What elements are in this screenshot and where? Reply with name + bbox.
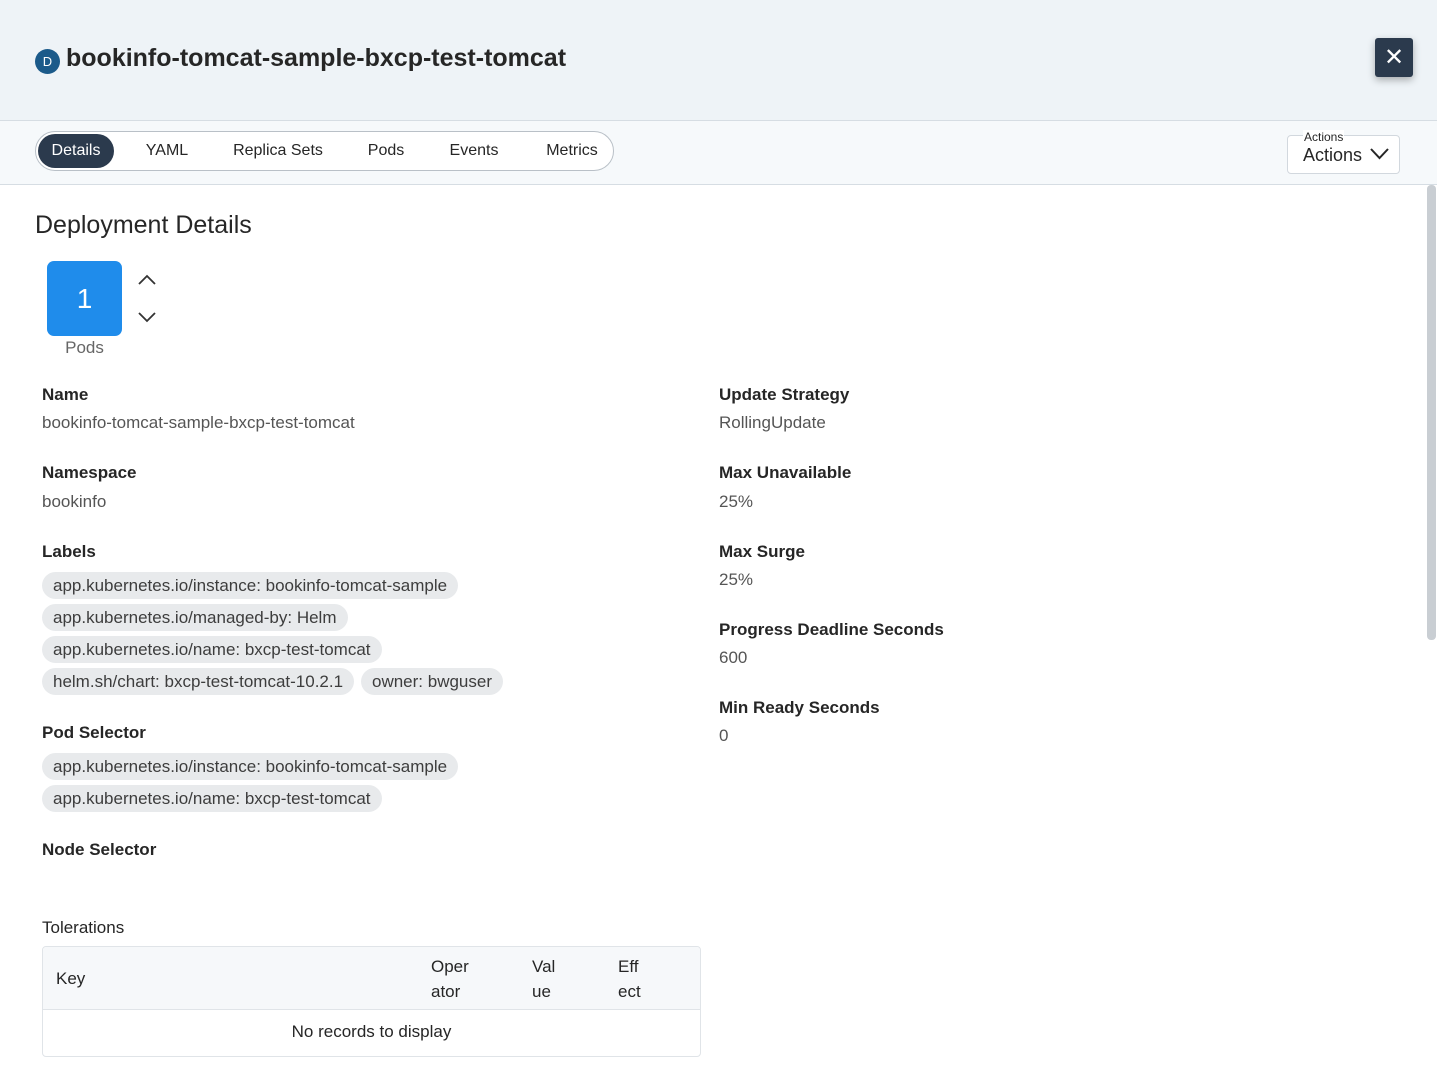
- panel-header: D bookinfo-tomcat-sample-bxcp-test-tomca…: [0, 0, 1437, 121]
- empty-state-text: No records to display: [291, 1022, 452, 1041]
- tab-details[interactable]: Details: [38, 134, 114, 168]
- tab-yaml[interactable]: YAML: [134, 134, 200, 168]
- table-header: Key Oper ator Val ue Eff ect: [43, 947, 700, 1010]
- max-unavailable-value: 25%: [719, 492, 754, 511]
- chevron-down-icon: [1370, 148, 1389, 160]
- node-selector-label: Node Selector: [42, 840, 157, 859]
- pod-count-label: Pods: [65, 338, 104, 357]
- max-surge-value: 25%: [719, 570, 754, 589]
- update-strategy-label: Update Strategy: [719, 385, 850, 404]
- tab-metrics[interactable]: Metrics: [532, 134, 612, 168]
- pod-count: 1: [47, 261, 122, 336]
- scrollbar-thumb[interactable]: [1427, 185, 1436, 640]
- label-chip: app.kubernetes.io/managed-by: Helm: [42, 604, 348, 631]
- actions-legend: Actions: [1303, 130, 1345, 144]
- chevron-down-icon[interactable]: [137, 310, 157, 324]
- namespace-value: bookinfo: [42, 492, 107, 511]
- kind-badge: D: [35, 49, 60, 74]
- tab-events[interactable]: Events: [436, 134, 512, 168]
- chevron-up-icon[interactable]: [137, 273, 157, 287]
- tab-pods[interactable]: Pods: [354, 134, 418, 168]
- min-ready-value: 0: [719, 726, 729, 745]
- close-icon: ✕: [1383, 44, 1405, 71]
- progress-deadline-value: 600: [719, 648, 748, 667]
- tolerations-label: Tolerations: [42, 918, 125, 937]
- max-surge-label: Max Surge: [719, 542, 805, 561]
- labels-label: Labels: [42, 542, 96, 561]
- label-chip: app.kubernetes.io/name: bxcp-test-tomcat: [42, 636, 382, 663]
- name-value: bookinfo-tomcat-sample-bxcp-test-tomcat: [42, 413, 355, 432]
- tolerations-table: Key Oper ator Val ue Eff ect No records …: [42, 946, 701, 1057]
- column-header-value[interactable]: Val ue: [532, 954, 555, 1004]
- pod-selector-label: Pod Selector: [42, 723, 146, 742]
- column-header-effect[interactable]: Eff ect: [618, 954, 641, 1004]
- selector-chip: app.kubernetes.io/name: bxcp-test-tomcat: [42, 785, 382, 812]
- label-chip: helm.sh/chart: bxcp-test-tomcat-10.2.1: [42, 668, 355, 695]
- max-unavailable-label: Max Unavailable: [719, 463, 852, 482]
- section-title: Deployment Details: [35, 211, 252, 239]
- label-chip: app.kubernetes.io/instance: bookinfo-tom…: [42, 572, 459, 599]
- close-button[interactable]: ✕: [1375, 38, 1413, 77]
- progress-deadline-label: Progress Deadline Seconds: [719, 620, 944, 639]
- update-strategy-value: RollingUpdate: [719, 413, 826, 432]
- column-header-operator[interactable]: Oper ator: [431, 954, 469, 1004]
- actions-value: Actions: [1303, 145, 1363, 165]
- tab-group: Details YAML Replica Sets Pods Events Me…: [35, 131, 614, 171]
- actions-dropdown[interactable]: Actions Actions: [1287, 130, 1400, 174]
- label-chip: owner: bwguser: [361, 668, 504, 695]
- namespace-label: Namespace: [42, 463, 137, 482]
- tab-replica-sets[interactable]: Replica Sets: [220, 134, 336, 168]
- tab-bar: Details YAML Replica Sets Pods Events Me…: [0, 121, 1437, 185]
- selector-chip: app.kubernetes.io/instance: bookinfo-tom…: [42, 753, 459, 780]
- min-ready-label: Min Ready Seconds: [719, 698, 880, 717]
- name-label: Name: [42, 385, 89, 404]
- column-header-key[interactable]: Key: [56, 966, 85, 991]
- page-title: bookinfo-tomcat-sample-bxcp-test-tomcat: [66, 44, 567, 72]
